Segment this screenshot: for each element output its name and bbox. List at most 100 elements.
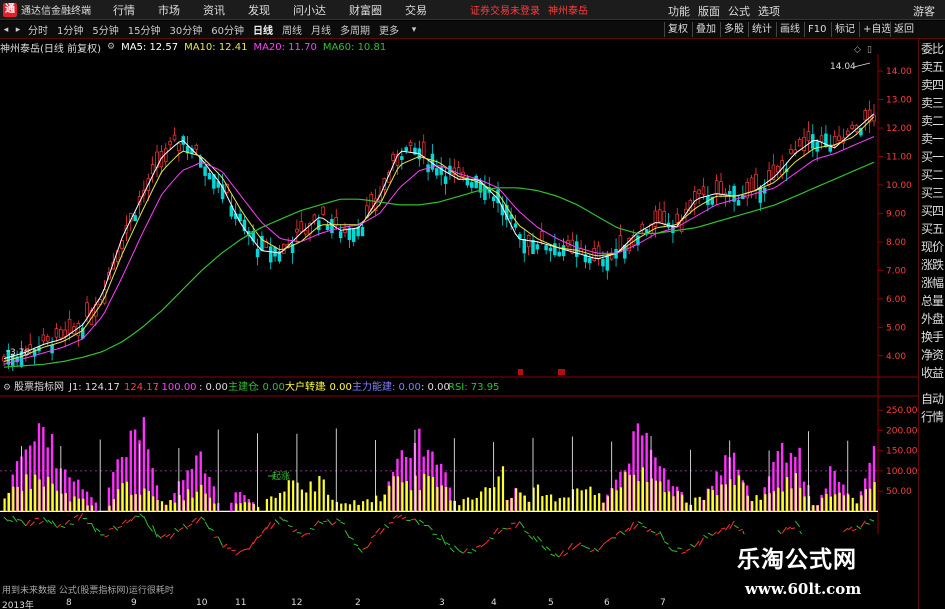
date-tick: 10 [196, 598, 208, 608]
menu-options[interactable]: 选项 [758, 3, 780, 19]
candle-body [369, 194, 373, 210]
diamond-icon[interactable]: ◇ [854, 45, 861, 55]
oscillator-segment [235, 551, 241, 556]
btn-overlay[interactable]: 叠加 [692, 22, 719, 37]
oscillator-segment [384, 523, 390, 529]
btn-stats[interactable]: 统计 [748, 22, 775, 37]
window-toggle-icon[interactable]: ▯ [867, 45, 872, 55]
oscillator-segment [135, 515, 140, 518]
date-tick: 2 [355, 598, 361, 608]
menu-trade[interactable]: 交易 [405, 2, 427, 18]
oscillator-segment [222, 543, 228, 549]
oscillator-segment [668, 546, 674, 552]
oscillator-segment [536, 536, 543, 542]
oscillator-segment [790, 527, 796, 530]
date-tick: 8 [66, 598, 72, 608]
more-chevron-icon[interactable]: ▾ [408, 25, 420, 35]
period-weekly[interactable]: 周线 [282, 22, 302, 37]
candle-body [714, 180, 719, 195]
period-5min[interactable]: 5分钟 [92, 22, 118, 37]
oscillator-segment [856, 525, 862, 530]
price-tick-label: 8.00 [886, 238, 906, 248]
indicator-bars [3, 417, 876, 512]
oscillator-segment [620, 531, 626, 536]
oscillator-segment [279, 516, 285, 522]
panel-item: 卖三 [921, 96, 944, 110]
candle-body [59, 329, 63, 339]
period-15min[interactable]: 15分钟 [128, 22, 161, 37]
oscillator-segment [130, 515, 136, 522]
watermark: 乐淘公式网 www.60lt.com [715, 534, 918, 609]
oscillator-segment [104, 534, 110, 538]
menu-quotes[interactable]: 行情 [113, 2, 135, 18]
indicator-tick-label: 200.00 [886, 426, 918, 436]
oscillator-segment [615, 530, 621, 536]
indicator-zhuli-value: : 0.00 [392, 382, 421, 393]
oscillator-segment [283, 519, 289, 523]
candle-body [819, 135, 824, 143]
oscillator-segment [506, 527, 512, 530]
btn-f10[interactable]: F10 [804, 22, 829, 37]
menu-layout[interactable]: 版面 [698, 3, 720, 19]
btn-multi-stock[interactable]: 多股 [720, 22, 747, 37]
oscillator-segment [191, 517, 197, 523]
event-marker-icon[interactable] [558, 369, 565, 375]
oscillator-segment [34, 517, 40, 520]
trading-terminal-window: 通 通达信金融终端 行情 市场 资讯 发现 问小达 财富圈 交易 证券交易未登录… [0, 0, 945, 609]
prev-arrow-icon[interactable]: ◂ [0, 25, 12, 35]
oscillator-segment [462, 548, 468, 554]
period-more[interactable]: 更多 [379, 22, 399, 37]
kline-chart-area[interactable]: 14.00 13.00 12.00 11.00 10.00 9.00 8.00 7.00 6.0… [0, 40, 918, 609]
oscillator-segment [3, 516, 9, 522]
menu-discover[interactable]: 发现 [248, 2, 270, 18]
candle-body [421, 141, 426, 157]
oscillator-segment [493, 527, 499, 535]
candle-body [850, 124, 854, 129]
oscillator-segment [869, 518, 875, 522]
menu-ask[interactable]: 问小达 [293, 2, 326, 18]
oscillator-segment [244, 548, 249, 551]
panel-item[interactable]: 行情 [919, 408, 945, 426]
period-daily[interactable]: 日线 [253, 22, 273, 37]
oscillator-segment [589, 549, 595, 553]
period-60min[interactable]: 60分钟 [211, 22, 244, 37]
btn-adjust[interactable]: 复权 [664, 22, 691, 37]
menu-wealth[interactable]: 财富圈 [349, 2, 382, 18]
candle-body [789, 149, 793, 154]
oscillator-segment [318, 521, 324, 525]
oscillator-segment [646, 528, 652, 533]
trade-login-status[interactable]: 证券交易未登录 [470, 2, 540, 17]
guest-user[interactable]: 游客 [913, 3, 935, 19]
oscillator-segment [392, 514, 398, 519]
period-multi[interactable]: 多周期 [340, 22, 370, 37]
btn-draw[interactable]: 画线 [776, 22, 803, 37]
menu-formula[interactable]: 公式 [728, 3, 750, 19]
oscillator-segment [707, 532, 713, 536]
period-intraday[interactable]: 分时 [28, 22, 48, 37]
oscillator-segment [580, 544, 586, 547]
panel-item[interactable]: 自动 [919, 390, 945, 408]
candle-body [168, 140, 172, 146]
candle-body [150, 164, 155, 175]
ma-line-ma5 [3, 113, 875, 360]
oscillator-segment [17, 518, 22, 521]
btn-back[interactable]: 返回 [890, 22, 917, 37]
btn-mark[interactable]: 标记 [831, 22, 858, 37]
event-marker-icon[interactable] [518, 369, 523, 375]
oscillator-segment [681, 551, 687, 554]
indicator-v4: : 0.00 [199, 382, 228, 393]
period-1min[interactable]: 1分钟 [57, 22, 83, 37]
next-arrow-icon[interactable]: ▸ [12, 25, 24, 35]
oscillator-segment [519, 521, 525, 529]
oscillator-segment [12, 515, 18, 523]
oscillator-segment [558, 550, 565, 558]
candle-body [675, 213, 680, 223]
menu-function[interactable]: 功能 [668, 3, 690, 19]
indicator-gear-icon[interactable]: ⚙ [3, 383, 11, 393]
menu-news[interactable]: 资讯 [203, 2, 225, 18]
menu-market[interactable]: 市场 [158, 2, 180, 18]
period-30min[interactable]: 30分钟 [169, 22, 202, 37]
candle-body [325, 224, 330, 230]
period-monthly[interactable]: 月线 [311, 22, 331, 37]
oscillator-segment [449, 547, 455, 553]
